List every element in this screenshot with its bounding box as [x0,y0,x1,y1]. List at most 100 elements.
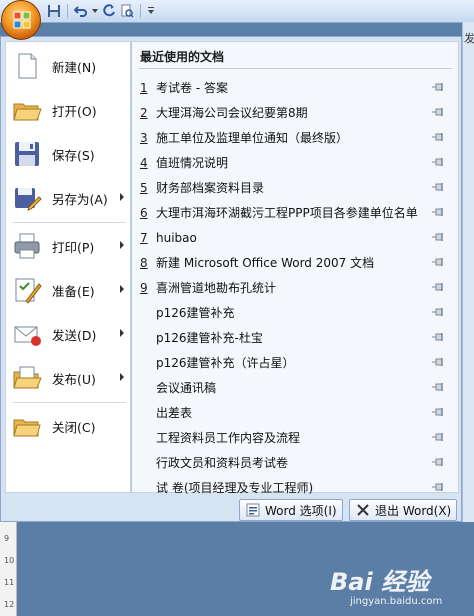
publish-icon [13,366,42,389]
word-options-button[interactable]: Word 选项(I) [239,499,343,521]
recent-document-item[interactable]: 4 值班情况说明 [132,150,458,175]
recent-document-item[interactable]: 行政文员和资料员考试卷 [132,450,458,475]
ruler-tick: 10 [4,556,15,565]
recent-document-name: 考试卷 - 答案 [156,81,228,95]
watermark-logo: Bai 经验 [330,568,430,596]
save-disk-icon [15,142,39,166]
chevron-down-icon[interactable] [91,3,99,19]
toolbar-separator [140,4,141,18]
pin-icon[interactable] [432,82,446,92]
menu-item-label: 新建(N) [52,59,97,75]
pin-icon[interactable] [432,157,446,167]
submenu-arrow-icon [120,285,124,293]
recent-document-item[interactable]: 9 喜洲管道地勘布孔统计 [132,275,458,300]
recent-document-item[interactable]: p126建管补充-杜宝 [132,325,458,350]
ribbon-tab-partial[interactable]: 发 [464,30,474,46]
menu-item-new[interactable]: 新建(N) [6,44,130,88]
recent-document-name: 会议通讯稿 [156,381,217,395]
recent-document-name: p126建管补充 [156,306,235,320]
recent-document-item[interactable]: 3 施工单位及监理单位通知（最终版） [132,125,458,150]
save-icon[interactable] [46,3,62,19]
customize-toolbar-icon[interactable] [146,3,156,19]
new-document-icon [18,53,37,79]
recent-document-item[interactable]: 6 大理市洱海环湖截污工程PPP项目各参建单位名单 [132,200,458,225]
pin-icon[interactable] [432,307,446,317]
send-icon [14,326,41,346]
pin-icon[interactable] [432,332,446,342]
menu-item-label: 发布(U) [52,371,96,387]
pin-icon[interactable] [432,257,446,267]
recent-document-item[interactable]: 8 新建 Microsoft Office Word 2007 文档 [132,250,458,275]
menu-item-send[interactable]: 发送(D) [6,312,130,356]
redo-icon[interactable] [101,3,117,19]
pin-icon[interactable] [432,232,446,242]
recent-document-item[interactable]: 2 大理洱海公司会议纪要第8期 [132,100,458,125]
menu-item-save-as[interactable]: 另存为(A) [6,176,130,220]
recent-document-name: 喜洲管道地勘布孔统计 [156,281,277,295]
undo-icon[interactable] [73,3,89,19]
toolbar-separator [67,4,68,18]
recent-document-number: 2 [140,105,148,120]
save-as-icon [15,188,42,211]
office-button[interactable] [1,0,41,40]
pin-icon[interactable] [432,107,446,117]
ruler-tick: 9 [4,534,10,543]
recent-document-item[interactable]: 1 考试卷 - 答案 [132,75,458,100]
pin-icon[interactable] [432,207,446,217]
recent-document-name: 大理市洱海环湖截污工程PPP项目各参建单位名单 [156,206,418,220]
vertical-ruler: 9 10 11 12 [0,522,17,616]
pin-icon[interactable] [432,282,446,292]
open-folder-icon [13,103,42,121]
recent-document-item[interactable]: 5 财务部档案资料目录 [132,175,458,200]
menu-item-save[interactable]: 保存(S) [6,132,130,176]
recent-document-item[interactable]: 7 huibao [132,225,458,250]
recent-document-number: 9 [140,280,148,295]
word-options-icon [246,503,260,517]
recent-document-name: 行政文员和资料员考试卷 [156,456,289,470]
menu-divider [12,402,126,403]
pin-icon[interactable] [432,382,446,392]
recent-document-item[interactable]: 出差表 [132,400,458,425]
recent-documents-panel: 最近使用的文档 1 考试卷 - 答案 2 大理洱海公司会议纪要第8期 3 施工单位及监理单… [131,41,459,495]
pin-icon[interactable] [432,432,446,442]
recent-document-number: 3 [140,130,148,145]
recent-document-name: 财务部档案资料目录 [156,181,265,195]
baidu-watermark: Bai 经验 jingyan.baidu.com [330,562,470,612]
pin-icon[interactable] [432,407,446,417]
recent-document-item[interactable]: 会议通讯稿 [132,375,458,400]
submenu-arrow-icon [120,329,124,337]
pin-icon[interactable] [432,132,446,142]
recent-document-number: 4 [140,155,148,170]
office-logo-icon [13,11,31,29]
menu-item-label: 保存(S) [52,147,95,163]
close-icon [357,504,369,516]
menu-commands: 新建(N) 打开(O) 保存(S) 另存为(A) 打印(P) 准备(E) 发送(… [5,41,131,493]
watermark-url: jingyan.baidu.com [350,596,443,607]
recent-document-item[interactable]: 试 卷(项目经理及专业工程师) [132,475,458,500]
recent-document-item[interactable]: p126建管补充（许占星） [132,350,458,375]
submenu-arrow-icon [120,241,124,249]
recent-document-name: 施工单位及监理单位通知（最终版） [156,131,349,145]
pin-icon[interactable] [432,357,446,367]
prepare-icon [15,278,42,304]
pin-icon[interactable] [432,482,446,492]
pin-icon[interactable] [432,457,446,467]
recent-document-number: 5 [140,180,148,195]
menu-item-open[interactable]: 打开(O) [6,88,130,132]
menu-item-close[interactable]: 关闭(C) [6,404,130,448]
recent-document-item[interactable]: 工程资料员工作内容及流程 [132,425,458,450]
printer-icon [14,233,40,259]
print-preview-icon[interactable] [119,3,135,19]
pin-icon[interactable] [432,182,446,192]
menu-item-print[interactable]: 打印(P) [6,224,130,268]
menu-item-label: 发送(D) [52,327,97,343]
recent-document-item[interactable]: p126建管补充 [132,300,458,325]
recent-document-number: 8 [140,255,148,270]
menu-item-publish[interactable]: 发布(U) [6,356,130,400]
recent-document-name: p126建管补充（许占星） [156,356,295,370]
close-folder-icon [13,419,41,437]
exit-word-button[interactable]: 退出 Word(X) [349,499,457,521]
menu-item-label: 打印(P) [52,239,95,255]
menu-item-prepare[interactable]: 准备(E) [6,268,130,312]
title-bar [0,0,474,23]
